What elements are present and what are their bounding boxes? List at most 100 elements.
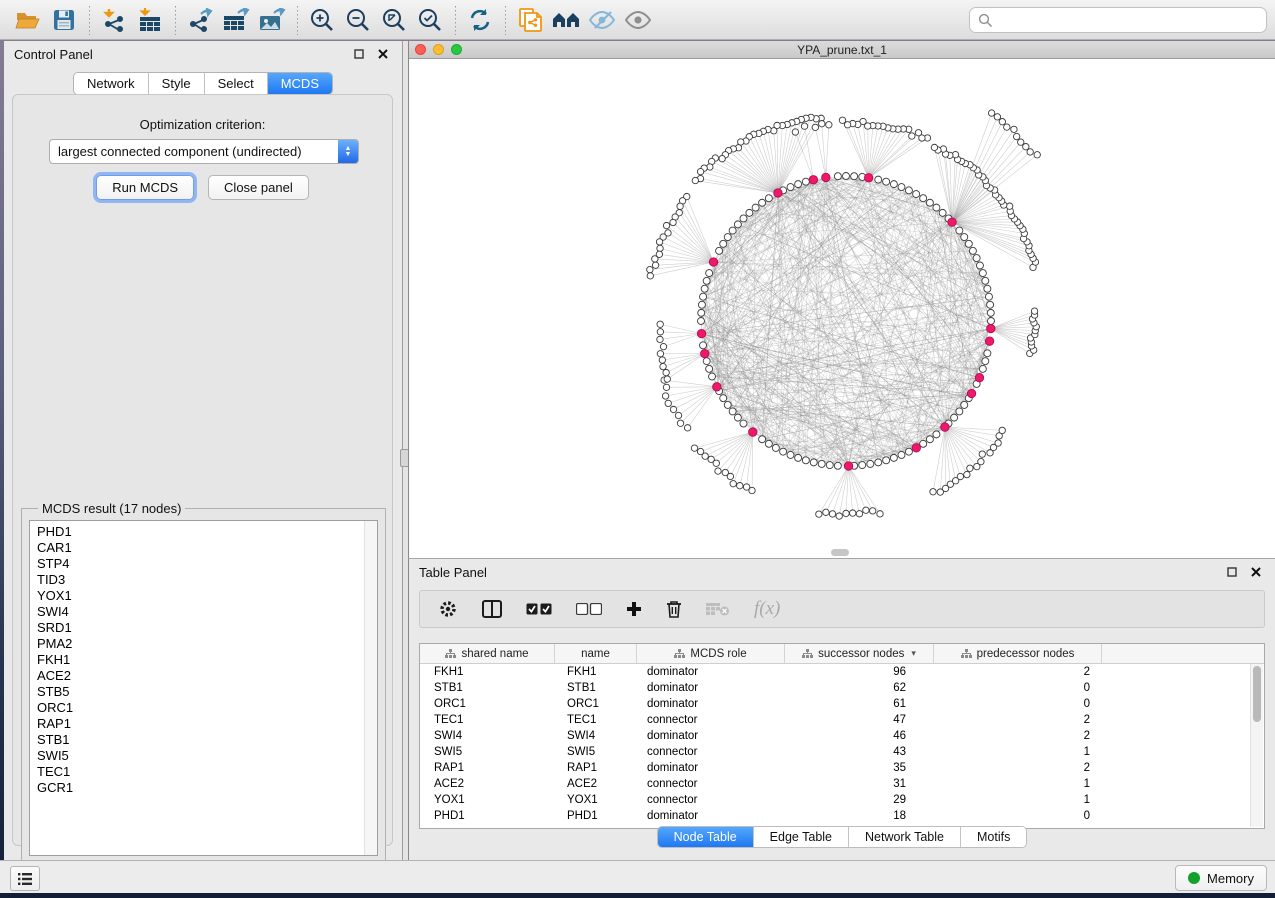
table-cell: connector: [637, 778, 785, 790]
table-cell: 1: [934, 778, 1102, 790]
network-canvas[interactable]: [409, 59, 1274, 558]
column-header-mcds-role[interactable]: MCDS role: [637, 644, 785, 663]
close-table-panel-icon[interactable]: [1247, 564, 1265, 580]
table-cell: RAP1: [555, 762, 637, 774]
toolbar-separator: [82, 5, 96, 35]
function-builder-icon-disabled: f(x): [754, 598, 780, 620]
table-cell: dominator: [637, 698, 785, 710]
mcds-result-item[interactable]: PMA2: [37, 636, 377, 652]
zoom-out-icon[interactable]: [340, 4, 376, 36]
mcds-result-item[interactable]: PHD1: [37, 524, 377, 540]
tab-network-table[interactable]: Network Table: [849, 827, 961, 847]
tab-style[interactable]: Style: [149, 73, 205, 94]
duplicate-network-icon[interactable]: [512, 4, 548, 36]
refresh-icon[interactable]: [462, 4, 498, 36]
zoom-selected-icon[interactable]: [412, 4, 448, 36]
mcds-result-item[interactable]: ORC1: [37, 700, 377, 716]
table-row[interactable]: STB1STB1dominator620: [420, 680, 1264, 696]
zoom-in-icon[interactable]: [304, 4, 340, 36]
table-row[interactable]: SWI5SWI5connector431: [420, 744, 1264, 760]
table-row[interactable]: RAP1RAP1dominator352: [420, 760, 1264, 776]
table-cell: 1: [934, 746, 1102, 758]
table-cell: ORC1: [420, 698, 555, 710]
mcds-result-item[interactable]: TID3: [37, 572, 377, 588]
column-header-successor-nodes[interactable]: successor nodes ▾: [785, 644, 934, 663]
export-network-icon[interactable]: [182, 4, 218, 36]
column-type-icon: [674, 649, 685, 659]
mcds-result-item[interactable]: ACE2: [37, 668, 377, 684]
mcds-result-item[interactable]: CAR1: [37, 540, 377, 556]
column-header-predecessor-nodes[interactable]: predecessor nodes: [934, 644, 1102, 663]
table-row[interactable]: PHD1PHD1dominator180: [420, 808, 1264, 824]
search-icon: [978, 13, 993, 28]
tab-edge-table[interactable]: Edge Table: [754, 827, 849, 847]
close-panel-icon[interactable]: [374, 46, 392, 62]
deselect-all-icon[interactable]: [576, 603, 602, 615]
table-row[interactable]: TEC1TEC1connector472: [420, 712, 1264, 728]
criterion-selected-value: largest connected component (undirected): [50, 144, 338, 159]
network-window-titlebar[interactable]: YPA_prune.txt_1: [409, 41, 1275, 59]
run-mcds-button[interactable]: Run MCDS: [96, 175, 194, 200]
network-graph[interactable]: [409, 59, 1274, 558]
criterion-select[interactable]: largest connected component (undirected)…: [49, 139, 359, 164]
table-settings-gear-icon[interactable]: [438, 599, 458, 619]
memory-button[interactable]: Memory: [1175, 865, 1267, 891]
export-table-icon[interactable]: [218, 4, 254, 36]
search-field[interactable]: [969, 7, 1267, 33]
import-table-icon[interactable]: [132, 4, 168, 36]
table-cell: ORC1: [555, 698, 637, 710]
export-image-icon[interactable]: [254, 4, 290, 36]
table-row[interactable]: FKH1FKH1dominator962: [420, 664, 1264, 680]
task-history-button[interactable]: [10, 866, 40, 891]
close-panel-button[interactable]: Close panel: [208, 175, 309, 200]
mcds-result-item[interactable]: SWI5: [37, 748, 377, 764]
table-row[interactable]: ACE2ACE2connector311: [420, 776, 1264, 792]
tab-node-table[interactable]: Node Table: [658, 827, 754, 847]
mcds-result-item[interactable]: SRD1: [37, 620, 377, 636]
add-column-icon[interactable]: [626, 601, 642, 617]
mcds-result-item[interactable]: TEC1: [37, 764, 377, 780]
mcds-result-item[interactable]: GCR1: [37, 780, 377, 796]
tab-mcds[interactable]: MCDS: [268, 73, 332, 94]
delete-column-icon[interactable]: [666, 600, 682, 618]
table-scrollbar-thumb[interactable]: [1253, 666, 1261, 722]
float-table-panel-icon[interactable]: [1223, 564, 1241, 580]
column-header-shared-name[interactable]: shared name: [420, 644, 555, 663]
first-neighbors-icon[interactable]: [548, 4, 584, 36]
mcds-result-item[interactable]: STB1: [37, 732, 377, 748]
table-cell: 18: [785, 810, 934, 822]
mcds-result-item[interactable]: STB5: [37, 684, 377, 700]
zoom-fit-icon[interactable]: [376, 4, 412, 36]
control-tab-group: Network Style Select MCDS: [73, 72, 333, 95]
table-cell: 35: [785, 762, 934, 774]
tab-select[interactable]: Select: [205, 73, 268, 94]
select-all-icon[interactable]: [526, 603, 552, 615]
save-session-icon[interactable]: [46, 4, 82, 36]
mcds-result-item[interactable]: YOX1: [37, 588, 377, 604]
show-columns-icon[interactable]: [482, 600, 502, 618]
tab-network[interactable]: Network: [74, 73, 149, 94]
table-cell: SWI4: [555, 730, 637, 742]
table-cell: FKH1: [555, 666, 637, 678]
mcds-result-item[interactable]: STP4: [37, 556, 377, 572]
table-row[interactable]: YOX1YOX1connector291: [420, 792, 1264, 808]
hide-selected-icon[interactable]: [584, 4, 620, 36]
float-panel-icon[interactable]: [350, 46, 368, 62]
list-scrollbar[interactable]: [364, 521, 377, 855]
table-scrollbar[interactable]: [1250, 664, 1263, 827]
mcds-result-item[interactable]: FKH1: [37, 652, 377, 668]
table-row[interactable]: SWI4SWI4dominator462: [420, 728, 1264, 744]
main-toolbar: [0, 0, 1275, 40]
search-input[interactable]: [993, 12, 1247, 29]
mcds-result-item[interactable]: RAP1: [37, 716, 377, 732]
table-cell: SWI4: [420, 730, 555, 742]
open-file-icon[interactable]: [10, 4, 46, 36]
network-hscrollbar-thumb[interactable]: [831, 549, 849, 556]
mcds-result-item[interactable]: SWI4: [37, 604, 377, 620]
column-header-name[interactable]: name: [555, 644, 637, 663]
tab-motifs[interactable]: Motifs: [961, 827, 1026, 847]
table-row[interactable]: ORC1ORC1dominator610: [420, 696, 1264, 712]
import-network-icon[interactable]: [96, 4, 132, 36]
show-all-icon[interactable]: [620, 4, 656, 36]
mcds-result-list[interactable]: PHD1CAR1STP4TID3YOX1SWI4SRD1PMA2FKH1ACE2…: [29, 520, 378, 856]
